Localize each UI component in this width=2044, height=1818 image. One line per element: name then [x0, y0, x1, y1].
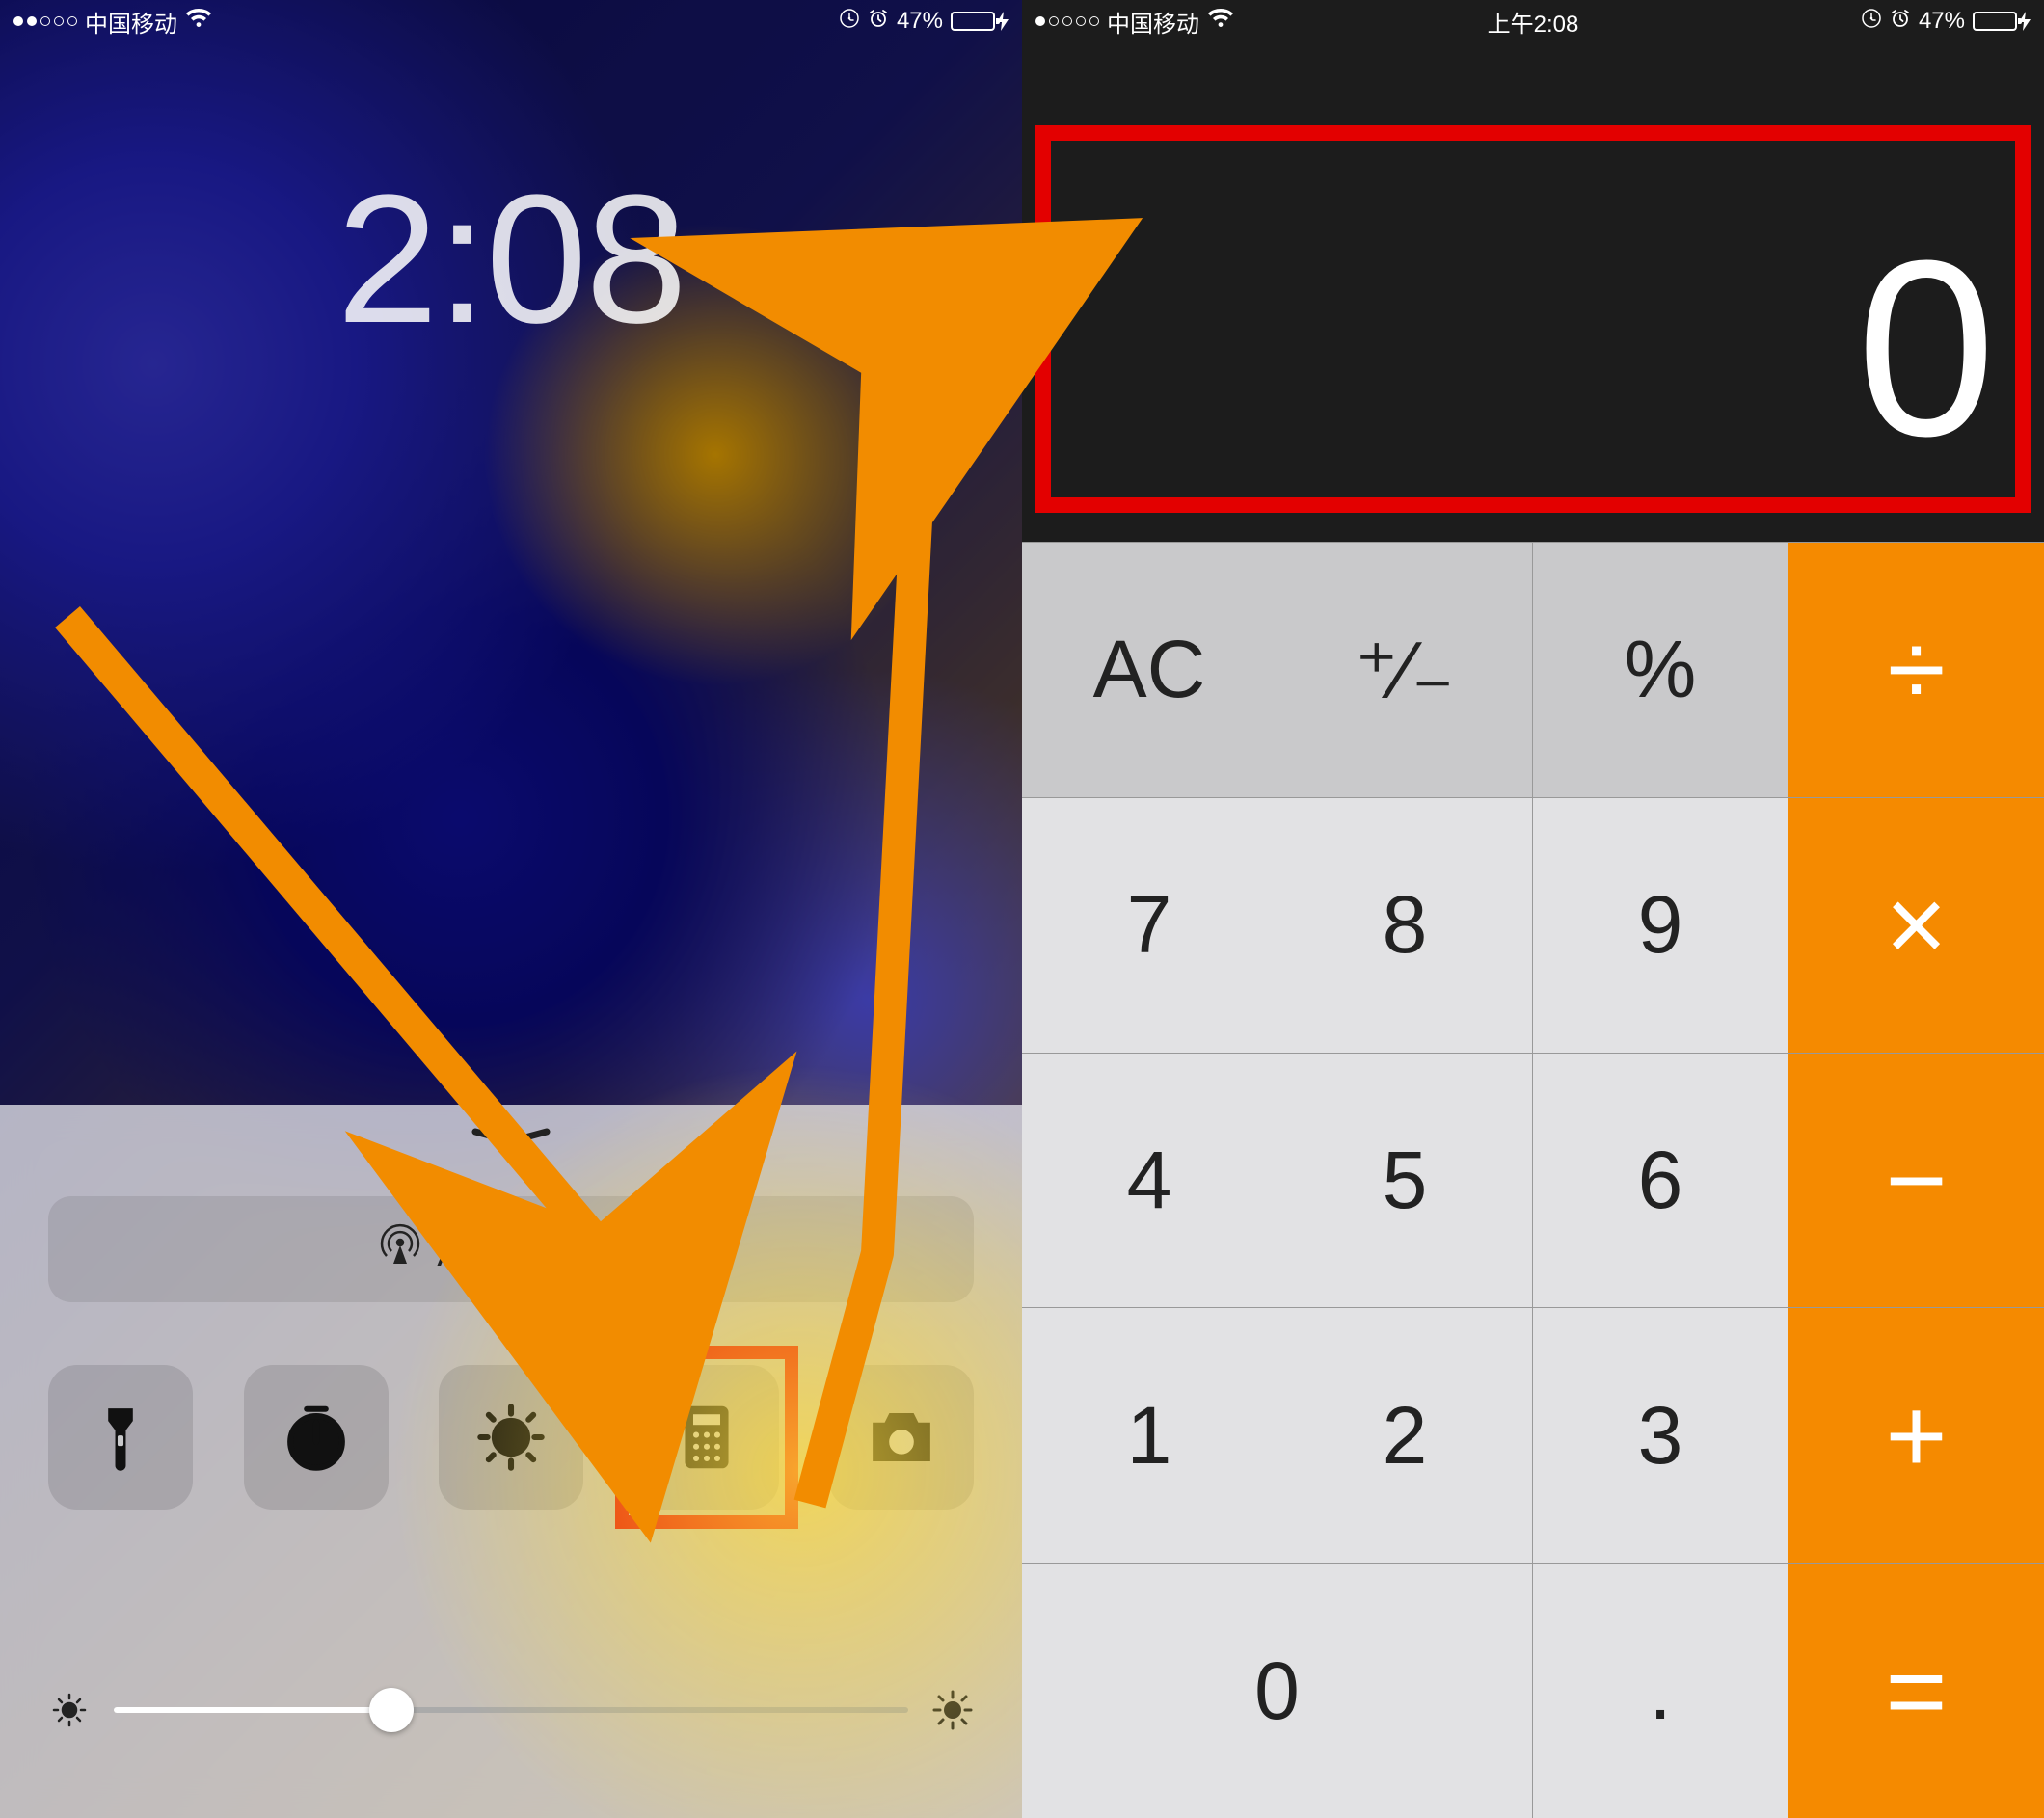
calc-display-value: 0 — [1856, 205, 1996, 494]
brightness-slider-row — [48, 1689, 974, 1731]
nightshift-button[interactable] — [439, 1365, 583, 1510]
key-9[interactable]: 9 — [1533, 797, 1788, 1053]
key-2[interactable]: 2 — [1278, 1307, 1533, 1563]
wifi-icon — [185, 8, 212, 36]
key-1[interactable]: 1 — [1022, 1307, 1278, 1563]
calc-keypad: AC ⁺∕₋ % ÷ 7 8 9 × 4 5 6 − 1 2 3 + 0 . = — [1022, 542, 2044, 1818]
status-bar-left: 中国移动 47% — [0, 0, 1022, 42]
annotation-highlight-calc — [615, 1346, 798, 1529]
key-multiply[interactable]: × — [1788, 797, 2044, 1053]
lockscreen-clock: 2:08 — [336, 154, 686, 364]
key-equals[interactable]: = — [1788, 1563, 2044, 1818]
key-ac[interactable]: AC — [1022, 542, 1278, 797]
key-5[interactable]: 5 — [1278, 1053, 1533, 1308]
battery-pct-label: 47% — [897, 8, 943, 35]
wifi-icon — [1207, 8, 1234, 36]
grabber-icon[interactable] — [468, 1126, 554, 1147]
key-3[interactable]: 3 — [1533, 1307, 1788, 1563]
signal-dots — [13, 16, 77, 26]
calculator-pane: 中国移动 上午2:08 47% — [1022, 0, 2044, 1818]
calc-display-area: 0 — [1022, 0, 2044, 542]
signal-dots — [1035, 16, 1099, 26]
key-divide[interactable]: ÷ — [1788, 542, 2044, 797]
key-0[interactable]: 0 — [1022, 1563, 1533, 1818]
brightness-low-icon — [48, 1689, 91, 1731]
battery-pct-label: 47% — [1919, 8, 1965, 35]
alarm-icon — [1890, 8, 1911, 36]
timer-button[interactable] — [244, 1365, 389, 1510]
statusbar-clock: 上午2:08 — [1488, 5, 1579, 39]
flashlight-button[interactable] — [48, 1365, 193, 1510]
airdrop-icon — [377, 1221, 423, 1277]
key-8[interactable]: 8 — [1278, 797, 1533, 1053]
control-center-panel: AirDrop 共享 — [0, 1105, 1022, 1818]
shortcuts-row — [48, 1365, 974, 1510]
key-subtract[interactable]: − — [1788, 1053, 2044, 1308]
key-sign[interactable]: ⁺∕₋ — [1278, 542, 1533, 797]
status-bar-right: 中国移动 上午2:08 47% — [1022, 0, 2044, 42]
battery-icon — [1973, 12, 2031, 31]
key-6[interactable]: 6 — [1533, 1053, 1788, 1308]
brightness-slider[interactable] — [114, 1707, 908, 1713]
alarm-icon — [868, 8, 889, 36]
lockscreen-pane: 中国移动 47% 2:08 — [0, 0, 1022, 1818]
key-7[interactable]: 7 — [1022, 797, 1278, 1053]
carrier-label: 中国移动 — [85, 5, 177, 39]
key-add[interactable]: + — [1788, 1307, 2044, 1563]
battery-icon — [951, 12, 1009, 31]
brightness-high-icon — [931, 1689, 974, 1731]
key-percent[interactable]: % — [1533, 542, 1788, 797]
key-decimal[interactable]: . — [1533, 1563, 1788, 1818]
airdrop-label: AirDrop 共享 — [437, 1223, 644, 1276]
carrier-label: 中国移动 — [1107, 5, 1199, 39]
camera-button[interactable] — [829, 1365, 974, 1510]
airdrop-button[interactable]: AirDrop 共享 — [48, 1196, 974, 1302]
key-4[interactable]: 4 — [1022, 1053, 1278, 1308]
rotation-lock-icon — [839, 8, 860, 36]
rotation-lock-icon — [1861, 8, 1882, 36]
